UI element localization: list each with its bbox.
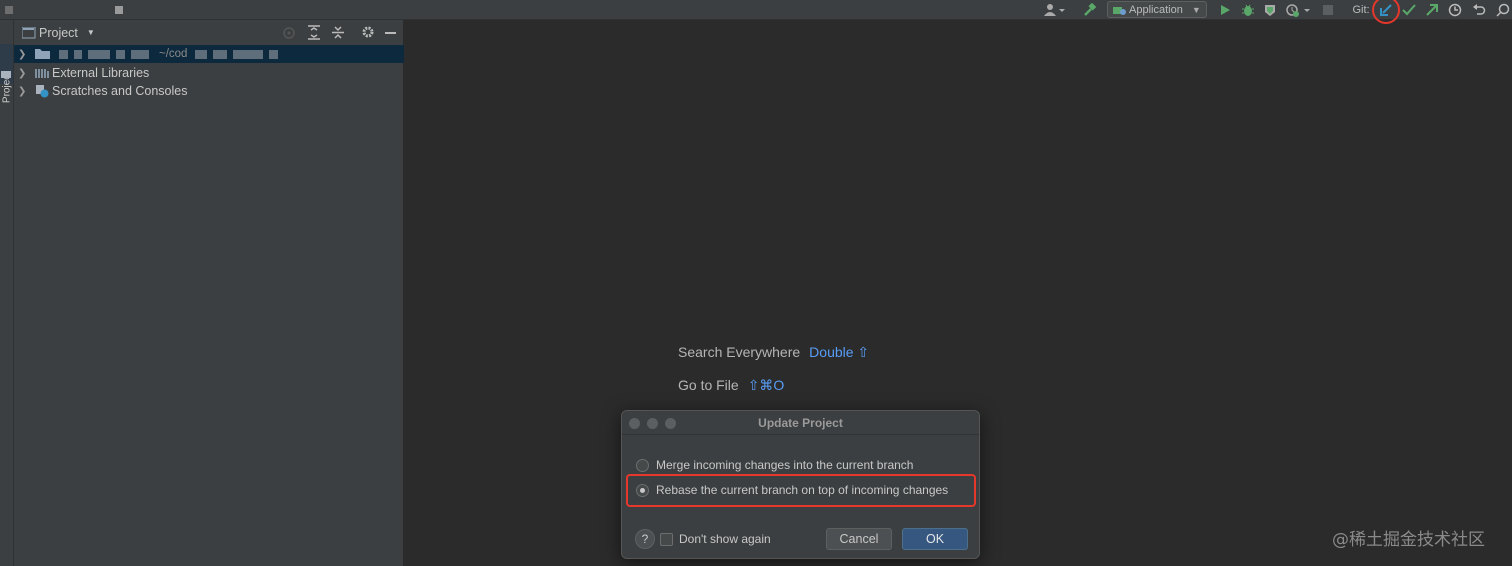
user-account-icon[interactable] [1040,0,1068,20]
rollback-icon[interactable] [1470,0,1488,20]
dont-show-again-checkbox[interactable] [660,532,673,546]
search-everywhere-hint: Search Everywhere Double ⇧ [678,344,869,361]
update-project-dialog: Update Project Merge incoming changes in… [621,410,980,559]
zoom-window-button[interactable] [665,418,676,429]
stop-icon[interactable] [1321,0,1335,20]
project-window-icon [22,26,36,38]
hint-label: Search Everywhere [678,344,801,360]
profile-icon[interactable] [1284,0,1314,20]
git-push-icon[interactable] [1423,0,1441,20]
project-path: ~/cod [159,48,188,60]
project-panel: Project ▼ ❯ ~/cod ❯ External Libraries ❯… [14,20,404,566]
collapse-all-icon[interactable] [331,25,345,45]
close-window-button[interactable] [629,418,640,429]
merge-radio[interactable] [636,458,649,472]
redacted-block [88,49,110,59]
chevron-right-icon[interactable]: ❯ [18,49,28,60]
gear-icon[interactable] [361,25,375,44]
dont-show-again-label[interactable]: Don't show again [679,532,771,546]
dont-show-again[interactable]: Don't show again [660,532,771,546]
rebase-option-label[interactable]: Rebase the current branch on top of inco… [656,483,948,497]
run-configuration-select[interactable]: Application ▼ [1107,1,1207,18]
run-configuration-label: Application [1129,3,1183,16]
expand-all-icon[interactable] [307,25,321,45]
redacted-block [195,49,208,59]
git-label: Git: [1352,4,1370,16]
merge-option[interactable]: Merge incoming changes into the current … [636,458,913,472]
git-update-highlight [1372,0,1400,24]
hint-label: Go to File [678,377,739,393]
history-icon[interactable] [1446,0,1464,20]
chevron-right-icon[interactable]: ❯ [18,68,28,79]
chevron-down-icon[interactable]: ▼ [87,28,95,37]
redacted-block [131,49,149,59]
locate-icon[interactable] [282,26,296,45]
application-icon [1113,6,1126,15]
minimize-window-button[interactable] [647,418,658,429]
help-button[interactable]: ? [635,529,655,549]
chevron-down-icon: ▼ [1191,4,1201,15]
rebase-radio[interactable] [636,483,649,497]
redacted-block [74,49,82,59]
git-commit-icon[interactable] [1400,0,1418,20]
coverage-icon[interactable] [1262,0,1278,20]
tree-item-scratches[interactable]: ❯ Scratches and Consoles [14,82,404,100]
run-icon[interactable] [1217,0,1233,20]
minimize-icon[interactable] [385,32,396,34]
redacted-block [59,49,68,59]
merge-option-label[interactable]: Merge incoming changes into the current … [656,458,913,472]
tree-item-external-libraries[interactable]: ❯ External Libraries [14,64,404,82]
main-toolbar: Application ▼ Git: [0,0,1512,24]
menu-icon[interactable] [4,0,16,20]
library-icon [35,69,49,78]
folder-icon [35,49,50,59]
tree-item-project-root[interactable]: ❯ ~/cod [14,45,404,63]
go-to-file-hint: Go to File ⇧⌘O [678,377,784,394]
redacted-block [116,49,125,59]
hint-shortcut: Double ⇧ [809,344,870,360]
tree-item-label: External Libraries [52,66,150,80]
rebase-option[interactable]: Rebase the current branch on top of inco… [636,483,948,497]
left-tool-stripe: Project [0,20,14,566]
dialog-title: Update Project [758,415,843,430]
watermark: @稀土掘金技术社区 [1332,530,1485,550]
tree-item-label: Scratches and Consoles [52,84,188,98]
project-panel-title[interactable]: Project [39,26,78,40]
hint-shortcut: ⇧⌘O [747,377,785,393]
scratches-icon [36,85,49,98]
dialog-title-bar: Update Project [622,411,979,435]
hammer-icon[interactable] [1080,0,1098,20]
toolbar-square-icon [114,0,124,20]
debug-icon[interactable] [1240,0,1256,20]
folder-icon [1,66,12,84]
ok-button[interactable]: OK [902,528,968,550]
cancel-button[interactable]: Cancel [826,528,892,550]
redacted-block [213,49,228,59]
chevron-right-icon[interactable]: ❯ [18,86,28,97]
project-panel-header: Project ▼ [14,20,404,45]
redacted-block [269,49,279,59]
search-icon[interactable] [1494,0,1512,20]
redacted-block [233,49,264,59]
